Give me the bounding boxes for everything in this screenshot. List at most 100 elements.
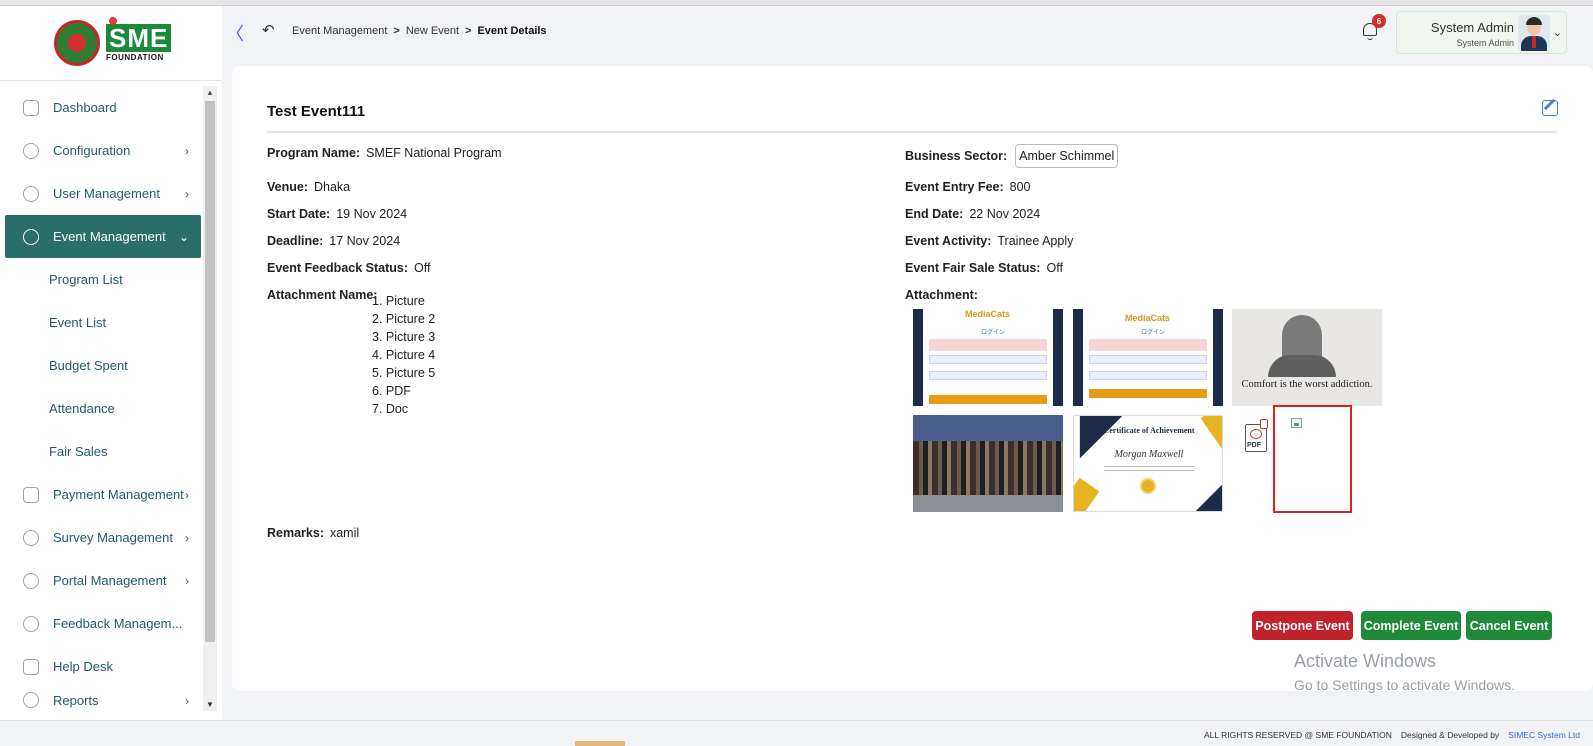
deadline-field: Deadline: 17 Nov 2024	[267, 234, 400, 248]
sidebar-item-payment-management[interactable]: Payment Management ›	[5, 473, 201, 516]
sidebar-menu: Dashboard Configuration › User Managemen…	[5, 86, 201, 708]
event-activity-field: Event Activity: Trainee Apply	[905, 234, 1073, 248]
lock-icon	[23, 228, 39, 245]
sidebar-subitem-fair-sales[interactable]: Fair Sales	[5, 430, 201, 473]
feedback-icon	[23, 615, 39, 632]
taskbar-highlight	[575, 741, 625, 746]
start-date-value: 19 Nov 2024	[336, 207, 408, 221]
payment-icon	[23, 486, 39, 503]
broken-image-icon	[1291, 418, 1302, 428]
program-name-field: Program Name: SMEF National Program	[267, 146, 502, 160]
attachment-thumbnail-5[interactable]: Certificate of Achievement Morgan Maxwel…	[1073, 415, 1223, 512]
chevron-right-icon: ›	[185, 487, 189, 502]
attachment-thumbnail-3[interactable]: Comfort is the worst addiction.	[1232, 309, 1382, 406]
notification-count-badge: 6	[1372, 14, 1386, 28]
certificate-title-text: Certificate of Achievement	[1103, 426, 1195, 435]
sidebar-collapse-icon[interactable]: 〈	[226, 20, 244, 46]
thumbnail-brand-text: MediaCats	[965, 309, 1011, 319]
start-date-label: Start Date:	[267, 207, 331, 221]
fair-sale-status-value: Off	[1046, 261, 1063, 275]
sidebar-item-portal-management[interactable]: Portal Management ›	[5, 559, 201, 602]
sidebar-item-label: Event Management	[53, 229, 166, 244]
complete-event-button[interactable]: Complete Event	[1361, 611, 1461, 640]
deadline-label: Deadline:	[267, 234, 324, 248]
sidebar-item-label: Payment Management	[53, 487, 184, 502]
list-item: 6. PDF	[372, 384, 411, 398]
footer-copyright: ALL RIGHTS RESERVED @ SME FOUNDATION	[1203, 730, 1392, 740]
end-date-label: End Date:	[905, 207, 964, 221]
grid-icon	[23, 99, 39, 116]
list-item: 5. Picture 5	[372, 366, 436, 380]
cancel-event-button[interactable]: Cancel Event	[1466, 611, 1552, 640]
footer-company-link[interactable]: SIMEC System Ltd	[1508, 730, 1580, 740]
breadcrumb-new-event[interactable]: New Event	[406, 25, 459, 37]
chart-icon	[23, 529, 39, 546]
mail-icon	[23, 658, 39, 675]
sidebar-item-label: Feedback Managem...	[53, 616, 183, 631]
start-date-field: Start Date: 19 Nov 2024	[267, 207, 407, 221]
sidebar: SME FOUNDATION Dashboard Configuration ›…	[0, 6, 222, 720]
sidebar-item-event-management[interactable]: Event Management ⌄	[5, 215, 201, 258]
edit-icon[interactable]	[1542, 100, 1558, 116]
watermark-subtitle: Go to Settings to activate Windows.	[1294, 677, 1515, 693]
sidebar-item-user-management[interactable]: User Management ›	[5, 172, 201, 215]
scroll-thumb[interactable]	[205, 101, 215, 642]
certificate-name-text: Morgan Maxwell	[1114, 449, 1184, 460]
pdf-icon-label: PDF	[1247, 442, 1261, 449]
remarks-value: xamil	[329, 526, 360, 540]
sidebar-item-survey-management[interactable]: Survey Management ›	[5, 516, 201, 559]
sidebar-scrollbar[interactable]: ▲ ▼	[203, 86, 217, 711]
list-item: 1. Picture	[372, 294, 425, 308]
user-name: System Admin	[1430, 20, 1514, 35]
venue-field: Venue: Dhaka	[267, 180, 350, 194]
attachment-thumbnail-4[interactable]	[913, 415, 1063, 512]
scroll-up-arrow-icon[interactable]: ▲	[206, 88, 214, 97]
attachment-doc-preview[interactable]	[1273, 405, 1352, 513]
sidebar-item-label: Reports	[53, 693, 99, 708]
report-icon	[23, 692, 39, 708]
chevron-down-icon: ⌄	[1552, 27, 1562, 39]
sidebar-subitem-event-list[interactable]: Event List	[5, 301, 201, 344]
logo-foundation-text: FOUNDATION	[106, 53, 164, 62]
chevron-right-icon: ›	[185, 143, 189, 158]
remarks-field: Remarks: xamil	[267, 526, 359, 540]
attachment-thumbnail-1[interactable]: MediaCats ログイン	[913, 309, 1063, 406]
lock-icon	[23, 572, 39, 589]
sidebar-item-label: Dashboard	[53, 100, 117, 115]
back-arrow-icon[interactable]: ↶	[262, 21, 275, 39]
breadcrumb-event-management[interactable]: Event Management	[292, 25, 387, 37]
statue-image	[1268, 315, 1336, 377]
sidebar-subitem-budget-spent[interactable]: Budget Spent	[5, 344, 201, 387]
event-activity-value: Trainee Apply	[997, 234, 1074, 248]
page-title: Test Event111	[267, 103, 366, 120]
sidebar-subitem-attendance[interactable]: Attendance	[5, 387, 201, 430]
event-activity-label: Event Activity:	[905, 234, 992, 248]
list-item: 3. Picture 3	[372, 330, 436, 344]
end-date-value: 22 Nov 2024	[969, 207, 1041, 221]
list-item: 7. Doc	[372, 402, 409, 416]
program-name-label: Program Name:	[267, 146, 361, 160]
business-sector-tag: Amber Schimmel	[1015, 144, 1119, 168]
sidebar-item-configuration[interactable]: Configuration ›	[5, 129, 201, 172]
postpone-event-button[interactable]: Postpone Event	[1252, 611, 1353, 640]
sidebar-item-dashboard[interactable]: Dashboard	[5, 86, 201, 129]
page-footer: ALL RIGHTS RESERVED @ SME FOUNDATION Des…	[0, 720, 1593, 746]
chevron-right-icon: ›	[185, 530, 189, 545]
sidebar-item-feedback-management[interactable]: Feedback Managem...	[5, 602, 201, 645]
scroll-down-arrow-icon[interactable]: ▼	[206, 700, 214, 709]
breadcrumb-event-details: Event Details	[477, 25, 547, 37]
award-seal-icon	[1140, 478, 1156, 494]
event-details-card: Test Event111 Program Name: SMEF Nationa…	[232, 66, 1593, 691]
sidebar-subitem-program-list[interactable]: Program List	[5, 258, 201, 301]
logo-wordmark: SME FOUNDATION	[106, 17, 172, 62]
user-profile-menu[interactable]: System Admin System Admin ⌄	[1396, 11, 1567, 54]
windows-activation-watermark: Activate Windows Go to Settings to activ…	[1294, 651, 1515, 693]
attachment-thumbnail-2[interactable]: MediaCats ログイン	[1073, 309, 1223, 406]
sidebar-item-label: Help Desk	[53, 659, 113, 674]
attachment-field: Attachment:	[905, 288, 984, 302]
sidebar-item-help-desk[interactable]: Help Desk	[5, 645, 201, 688]
sidebar-item-reports[interactable]: Reports ›	[5, 688, 201, 708]
pdf-file-icon[interactable]: PDF	[1245, 419, 1268, 452]
attachment-name-label: Attachment Name:	[267, 288, 378, 302]
logo[interactable]: SME FOUNDATION	[0, 6, 222, 81]
